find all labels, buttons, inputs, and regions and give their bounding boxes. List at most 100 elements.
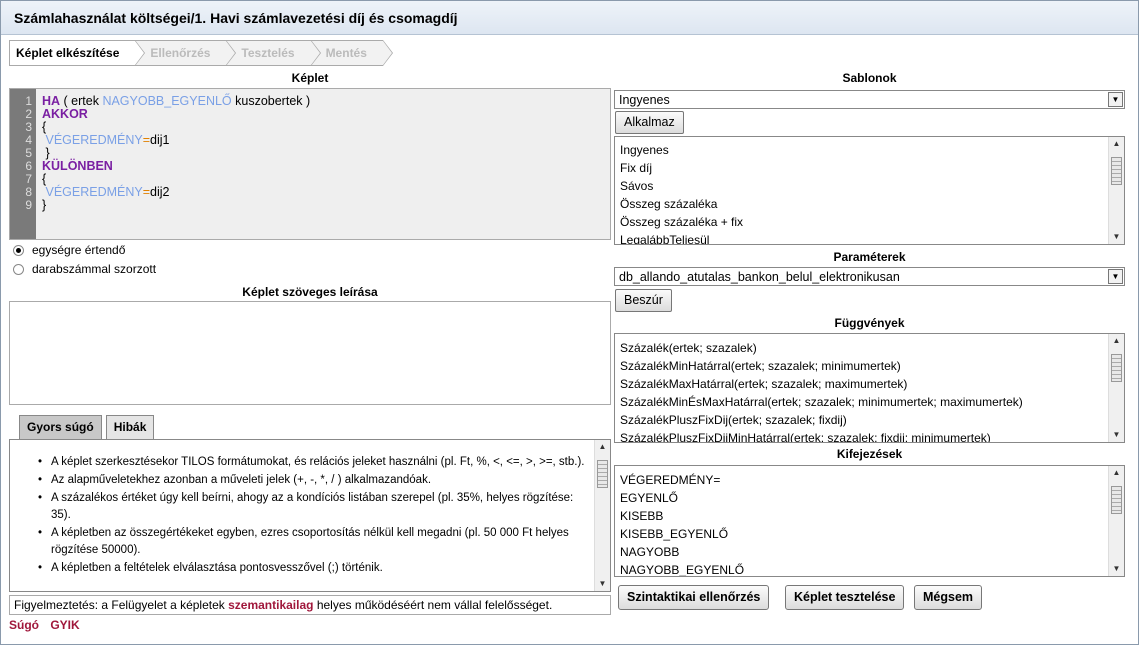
arrow-down-icon[interactable]: ▼ <box>1109 230 1124 244</box>
functions-header: Függvények <box>834 316 905 330</box>
function-item[interactable]: SzázalékPluszFixDij(ertek; szazalek; fix… <box>615 411 1124 429</box>
template-item[interactable]: Összeg százaléka + fix <box>615 213 1124 231</box>
function-item[interactable]: SzázalékPluszFixDijMinHatárral(ertek; sz… <box>615 429 1124 442</box>
functions-items: Százalék(ertek; szazalek) SzázalékMinHatá… <box>615 334 1124 442</box>
expression-item[interactable]: KISEBB <box>615 507 1124 525</box>
functions-list[interactable]: Százalék(ertek; szazalek) SzázalékMinHatá… <box>614 333 1125 443</box>
template-item[interactable]: LegalábbTeljesül <box>615 231 1124 244</box>
code-text: dij2 <box>150 185 170 199</box>
wizard-step-save[interactable]: Mentés <box>310 40 394 66</box>
insert-parameter-button[interactable]: Beszúr <box>615 289 672 312</box>
templates-list[interactable]: Ingyenes Fix díj Sávos Összeg százaléka Össz… <box>614 136 1125 245</box>
expression-item[interactable]: EGYENLŐ <box>615 489 1124 507</box>
per-unit-radio[interactable]: egységre értendő <box>13 243 125 257</box>
code-text: { <box>42 120 47 134</box>
code-identifier: NAGYOBB_EGYENLŐ <box>102 94 232 108</box>
code-line: AKKOR <box>42 108 310 121</box>
help-item: A százalékos értéket úgy kell beírni, ah… <box>38 490 586 524</box>
templates-items: Ingyenes Fix díj Sávos Összeg százaléka Össz… <box>615 137 1124 244</box>
wizard-step-check[interactable]: Ellenőrzés <box>135 40 237 66</box>
code-text: dij1 <box>150 133 170 147</box>
template-item[interactable]: Fix díj <box>615 159 1124 177</box>
code-text: kuszobertek ) <box>231 94 311 108</box>
formula-code[interactable]: HA ( ertek NAGYOBB_EGYENLŐ kuszobertek )… <box>42 95 310 212</box>
formula-header: Képlet <box>291 71 329 85</box>
scroll-thumb[interactable] <box>1111 486 1122 514</box>
code-keyword: AKKOR <box>42 107 88 121</box>
help-list: A képlet szerkesztésekor TILOS formátumo… <box>38 454 586 578</box>
wizard-step-test[interactable]: Tesztelés <box>226 40 321 66</box>
radio-unselected-icon[interactable] <box>13 263 24 275</box>
function-item[interactable]: SzázalékMinÉsMaxHatárral(ertek; szazalek… <box>615 393 1124 411</box>
code-line: } <box>42 199 310 212</box>
scroll-thumb[interactable] <box>597 460 608 488</box>
test-formula-button[interactable]: Képlet tesztelése <box>785 585 905 610</box>
arrow-down-icon[interactable]: ▼ <box>1109 562 1124 576</box>
arrow-down-icon[interactable]: ▼ <box>595 577 610 591</box>
scroll-thumb[interactable] <box>1111 354 1122 382</box>
expression-item[interactable]: KISEBB_EGYENLŐ <box>615 525 1124 543</box>
quick-help-panel: A képlet szerkesztésekor TILOS formátumo… <box>9 439 611 592</box>
templates-scrollbar[interactable]: ▲ ▼ <box>1108 137 1124 244</box>
scroll-thumb[interactable] <box>1111 157 1122 185</box>
footer-links: Súgó GYIK <box>9 618 88 632</box>
tab-errors[interactable]: Hibák <box>105 415 155 440</box>
radio-selected-icon[interactable] <box>13 244 24 256</box>
description-header: Képlet szöveges leírása <box>242 285 378 299</box>
help-item: A képlet szerkesztésekor TILOS formátumo… <box>38 454 586 471</box>
help-item: A képletben a feltételek elválasztása po… <box>38 560 586 577</box>
expression-item[interactable]: NAGYOBB <box>615 543 1124 561</box>
warning-emphasis: szemantikailag <box>228 598 314 612</box>
template-item[interactable]: Sávos <box>615 177 1124 195</box>
line-number: 9 <box>25 198 32 212</box>
function-item[interactable]: SzázalékMinHatárral(ertek; szazalek; min… <box>615 357 1124 375</box>
formula-editor[interactable]: 123456789 HA ( ertek NAGYOBB_EGYENLŐ kus… <box>9 88 611 240</box>
expressions-list[interactable]: VÉGEREDMÉNY= EGYENLŐ KISEBB KISEBB_EGYENLŐ N… <box>614 465 1125 577</box>
chevron-down-icon[interactable]: ▼ <box>1108 92 1123 107</box>
function-item[interactable]: SzázalékMaxHatárral(ertek; szazalek; max… <box>615 375 1124 393</box>
arrow-up-icon[interactable]: ▲ <box>1109 137 1124 151</box>
description-textarea[interactable] <box>9 301 611 405</box>
code-text: } <box>42 146 50 160</box>
tab-quick-help[interactable]: Gyors súgó <box>19 415 102 440</box>
warning-suffix: helyes működéséért nem vállal felelősség… <box>313 598 553 612</box>
wizard-step-create[interactable]: Képlet elkészítése <box>9 40 146 66</box>
templates-select[interactable]: Ingyenes ▼ <box>614 90 1125 109</box>
chevron-down-icon[interactable]: ▼ <box>1108 269 1123 284</box>
faq-link[interactable]: GYIK <box>50 618 79 632</box>
dialog-window: Számlahasználat költségei/1. Havi számla… <box>0 0 1139 645</box>
per-unit-label: egységre értendő <box>32 243 126 257</box>
expression-item[interactable]: VÉGEREDMÉNY= <box>615 471 1124 489</box>
code-operator: = <box>142 133 151 147</box>
syntax-check-button[interactable]: Szintaktikai ellenőrzés <box>618 585 770 610</box>
expressions-scrollbar[interactable]: ▲ ▼ <box>1108 466 1124 576</box>
expressions-items: VÉGEREDMÉNY= EGYENLŐ KISEBB KISEBB_EGYENLŐ N… <box>615 466 1124 576</box>
template-item[interactable]: Összeg százaléka <box>615 195 1124 213</box>
code-line: VÉGEREDMÉNY=dij1 <box>42 134 310 147</box>
warning-prefix: Figyelmeztetés: a Felügyelet a képletek <box>14 598 229 612</box>
arrow-up-icon[interactable]: ▲ <box>1109 466 1124 480</box>
code-keyword: KÜLÖNBEN <box>42 159 113 173</box>
help-tabs: Gyors súgó Hibák <box>19 415 155 440</box>
templates-selected: Ingyenes <box>619 93 670 107</box>
help-scrollbar[interactable]: ▲ ▼ <box>594 440 610 591</box>
code-operator: = <box>142 185 151 199</box>
template-item[interactable]: Ingyenes <box>615 141 1124 159</box>
code-keyword: HA <box>42 94 61 108</box>
code-text: ( ertek <box>60 94 103 108</box>
code-text: { <box>42 172 47 186</box>
arrow-up-icon[interactable]: ▲ <box>1109 334 1124 348</box>
arrow-down-icon[interactable]: ▼ <box>1109 428 1124 442</box>
code-line: VÉGEREDMÉNY=dij2 <box>42 186 310 199</box>
expressions-header: Kifejezések <box>836 447 903 461</box>
code-identifier: VÉGEREDMÉNY <box>45 185 143 199</box>
function-item[interactable]: Százalék(ertek; szazalek) <box>615 339 1124 357</box>
multiplied-radio[interactable]: darabszámmal szorzott <box>13 262 156 276</box>
functions-scrollbar[interactable]: ▲ ▼ <box>1108 334 1124 442</box>
help-link[interactable]: Súgó <box>9 618 39 632</box>
expression-item[interactable]: NAGYOBB_EGYENLŐ <box>615 561 1124 576</box>
arrow-up-icon[interactable]: ▲ <box>595 440 610 454</box>
cancel-button[interactable]: Mégsem <box>914 585 983 610</box>
parameters-select[interactable]: db_allando_atutalas_bankon_belul_elektro… <box>614 267 1125 286</box>
apply-template-button[interactable]: Alkalmaz <box>615 111 684 134</box>
